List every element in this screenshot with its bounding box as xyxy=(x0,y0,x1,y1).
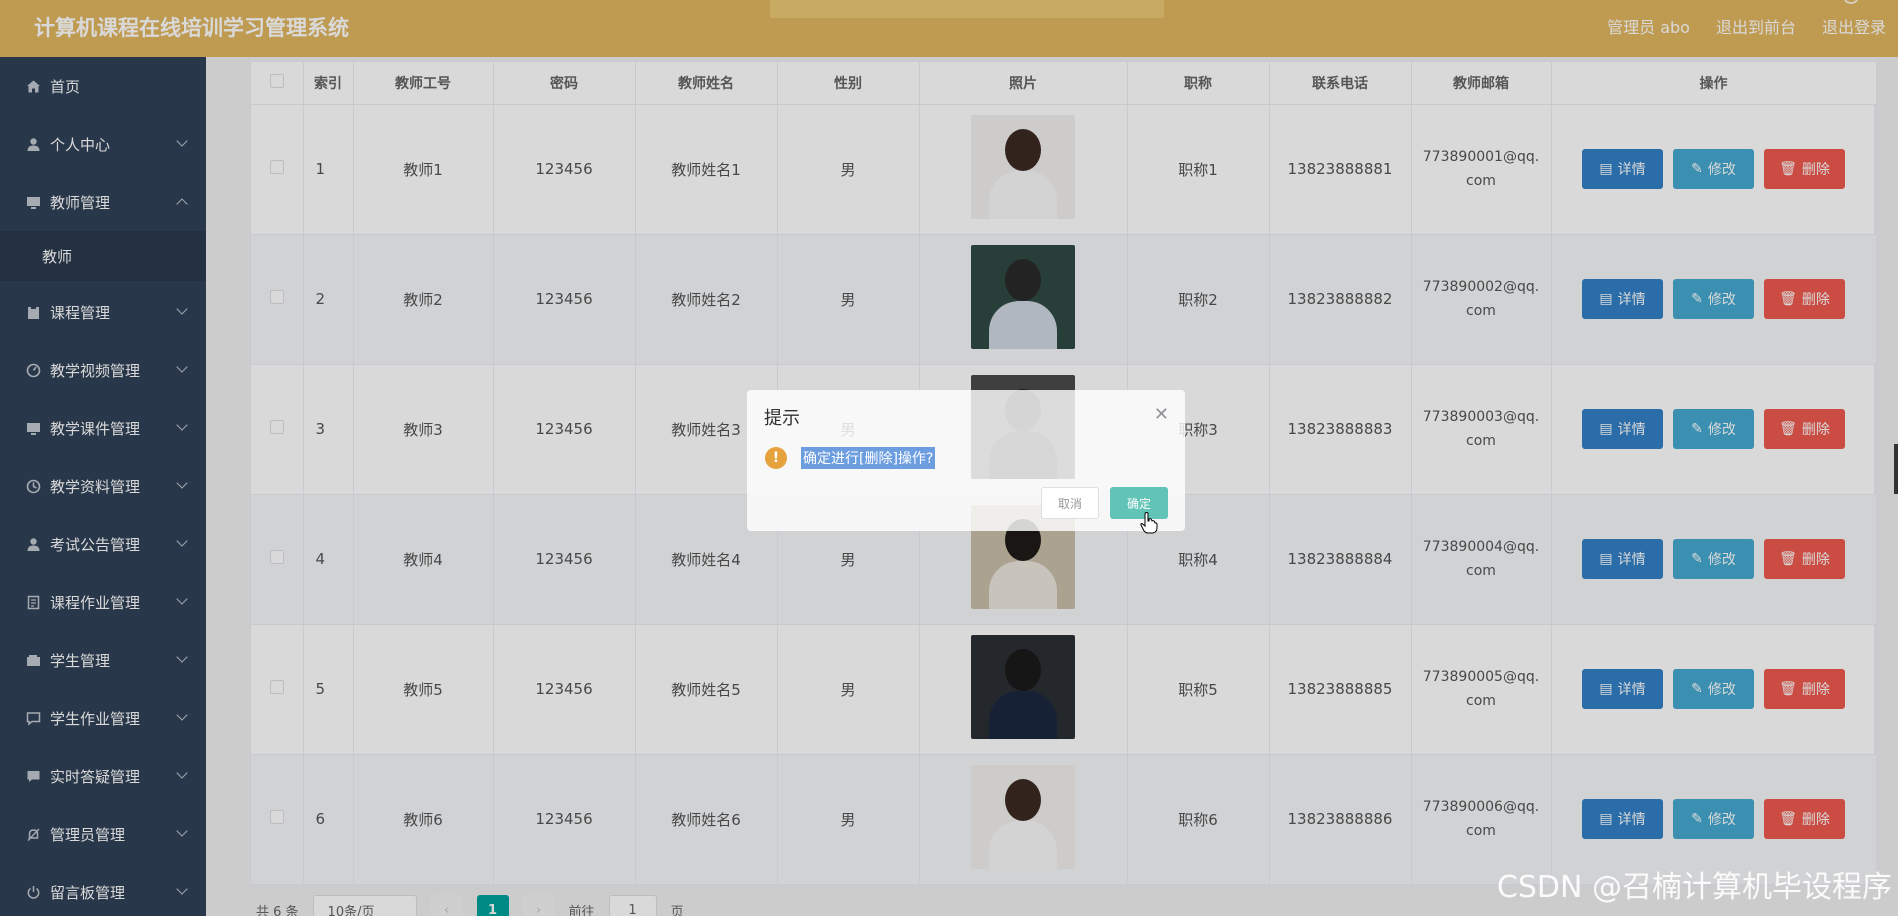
confirm-button[interactable]: 确定 xyxy=(1110,487,1168,519)
hand-cursor-icon xyxy=(1140,511,1158,538)
warning-icon: ! xyxy=(765,447,787,469)
dialog-title: 提示 xyxy=(764,408,800,429)
close-icon[interactable]: ✕ xyxy=(1154,404,1169,425)
dialog-message: 确定进行[删除]操作? xyxy=(801,447,936,469)
watermark-text: CSDN @召楠计算机毕设程序 xyxy=(1496,870,1892,905)
confirm-dialog: 提示 ✕ ! 确定进行[删除]操作? 取消 确定 xyxy=(747,390,1185,531)
scrollbar-thumb[interactable] xyxy=(1894,444,1898,494)
cancel-button[interactable]: 取消 xyxy=(1041,487,1099,519)
